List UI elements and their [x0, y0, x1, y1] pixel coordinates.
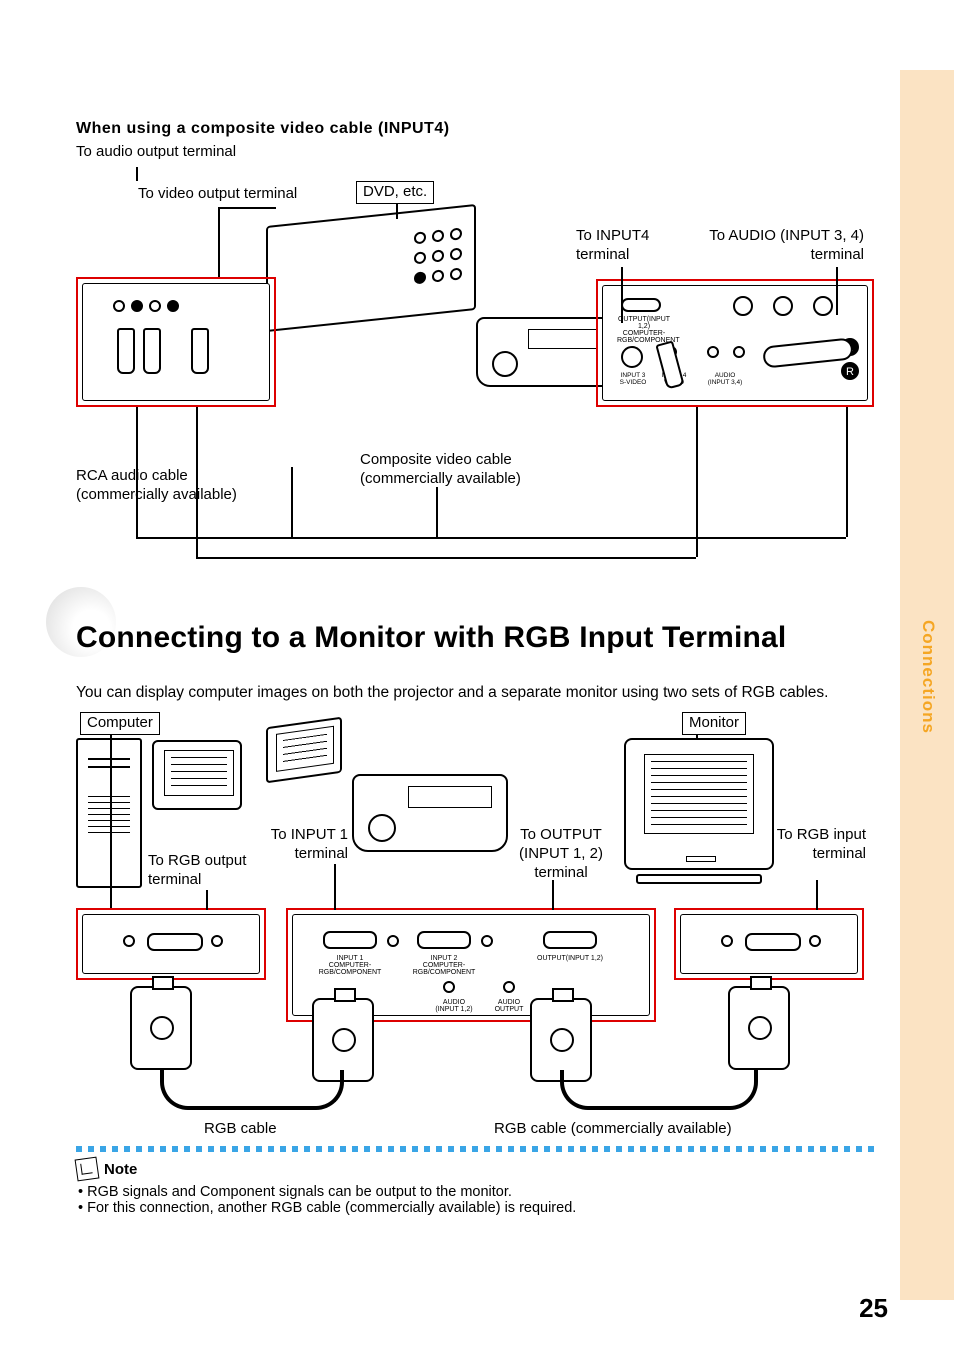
port-svideo-2: S-VIDEO: [620, 379, 647, 386]
label-to-audio-output: To audio output terminal: [76, 142, 876, 162]
side-tab-label: Connections: [918, 620, 938, 734]
external-monitor: [624, 738, 774, 870]
computer-tower: [76, 738, 142, 888]
source-panel: [82, 283, 270, 401]
note-icon: [75, 1157, 100, 1182]
note-item-2: For this connection, another RGB cable (…: [78, 1200, 876, 1216]
label-to-output12: To OUTPUT (INPUT 1, 2) terminal: [506, 826, 616, 882]
port-audio-output-2: OUTPUT: [495, 1006, 524, 1013]
projector-2: [352, 774, 508, 852]
vga-plug-1: [130, 986, 192, 1070]
label-to-audio-input34: To AUDIO (INPUT 3, 4) terminal: [704, 227, 864, 265]
label-dvd: DVD, etc.: [356, 181, 434, 204]
monitor-port-panel: [680, 914, 858, 974]
note-divider: [76, 1146, 876, 1152]
port-audio-output-1: AUDIO: [498, 999, 520, 1006]
label-rgb-cable-com: RGB cable (commercially available): [494, 1120, 732, 1139]
monitor-stand: [636, 874, 762, 884]
label-rgb-cable: RGB cable: [204, 1120, 277, 1139]
port-audio34-2: (INPUT 3,4): [708, 379, 743, 386]
label-to-video-output: To video output terminal: [138, 185, 297, 204]
port-input1: INPUT 1: [337, 955, 364, 962]
port-output-input12: OUTPUT(INPUT 1,2): [618, 316, 670, 330]
computer-monitor: [152, 740, 242, 810]
computer-port-panel: [82, 914, 260, 974]
page-number: 25: [859, 1293, 888, 1324]
port-audio12-2: (INPUT 1,2): [435, 1006, 472, 1013]
label-rca-audio-cable: RCA audio cable (commercially available): [76, 467, 276, 505]
note-title: Note: [104, 1161, 137, 1178]
diagram-composite-video: To video output terminal DVD, etc. To IN…: [76, 167, 876, 587]
diagram-rgb-monitor: Computer Monitor To RGB output terminal …: [76, 712, 896, 1142]
port-r-icon: R: [841, 362, 859, 380]
dvd-player: [266, 204, 476, 332]
port-audio12-1: AUDIO: [443, 999, 465, 1006]
projector-panel-1: OUTPUT(INPUT 1,2) COMPUTER-RGB/COMPONENT…: [602, 285, 868, 401]
port-svideo-1: INPUT 3: [621, 372, 646, 379]
note-item-1: RGB signals and Component signals can be…: [78, 1184, 876, 1200]
label-composite-cable: Composite video cable (commercially avai…: [360, 451, 570, 489]
port-audio34-1: AUDIO: [715, 372, 736, 379]
port-crgb-2: COMPUTER-RGB/COMPONENT: [413, 962, 476, 976]
label-to-rgb-input: To RGB input terminal: [776, 826, 866, 864]
port-crgb-1: COMPUTER-RGB/COMPONENT: [319, 962, 382, 976]
port-input2: INPUT 2: [431, 955, 458, 962]
section1-heading: When using a composite video cable (INPU…: [76, 118, 876, 140]
secondary-screen-1: [266, 717, 342, 784]
section2-intro: You can display computer images on both …: [76, 683, 876, 704]
note-list: RGB signals and Component signals can be…: [76, 1184, 876, 1216]
label-monitor: Monitor: [682, 712, 746, 735]
label-computer: Computer: [80, 712, 160, 735]
port-output12: OUTPUT(INPUT 1,2): [537, 955, 603, 962]
section2-heading: Connecting to a Monitor with RGB Input T…: [76, 621, 876, 655]
label-to-input1: To INPUT 1 terminal: [248, 826, 348, 864]
projector: [476, 317, 616, 387]
label-to-input4: To INPUT4 terminal: [576, 227, 686, 265]
vga-plug-4: [728, 986, 790, 1070]
